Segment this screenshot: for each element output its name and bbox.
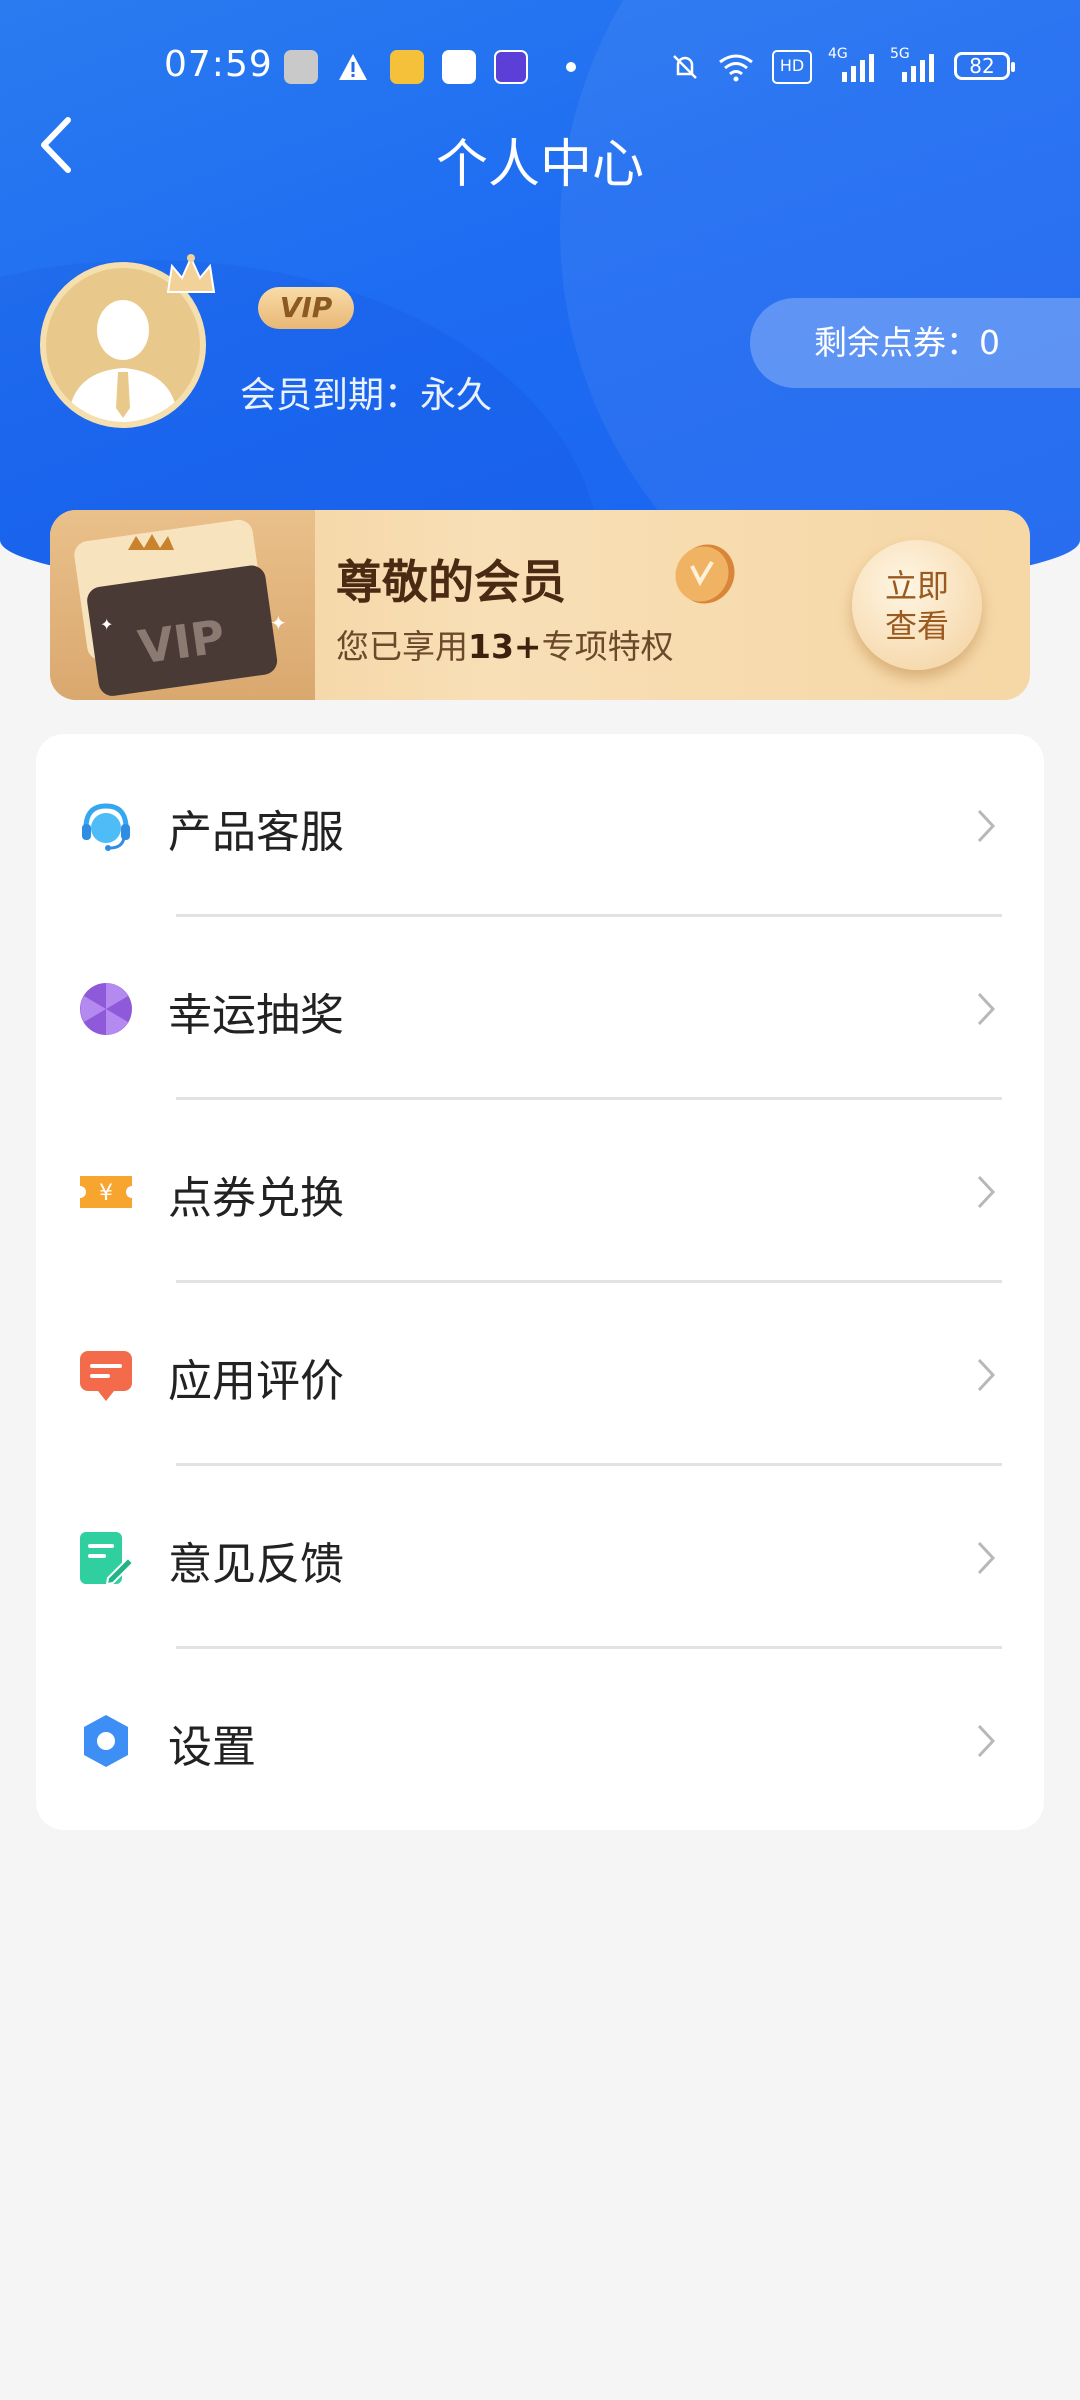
chevron-right-icon [977, 1541, 996, 1575]
vip-badge: VIP [258, 287, 354, 329]
warning-icon [339, 54, 367, 80]
weibo-icon [390, 50, 424, 84]
svg-text:✦: ✦ [270, 611, 287, 635]
hd-icon: HD [772, 50, 812, 84]
remaining-points[interactable]: 剩余点券：0 [750, 298, 1080, 388]
mute-icon [673, 55, 697, 79]
vip-banner-title: 尊敬的会员 [336, 555, 566, 609]
menu-item-lucky-draw[interactable]: 幸运抽奖 [36, 917, 1044, 1100]
chevron-right-icon [977, 992, 996, 1026]
chevron-right-icon [977, 1358, 996, 1392]
comment-icon [80, 1351, 132, 1401]
chevron-right-icon [977, 1175, 996, 1209]
signal-5g-icon [902, 54, 934, 82]
menu-item-customer-service[interactable]: 产品客服 [36, 734, 1044, 917]
vip-banner-subtitle: 您已享用13+专项特权 [336, 627, 674, 666]
menu-item-app-rating[interactable]: 应用评价 [36, 1283, 1044, 1466]
baidu-icon [442, 50, 476, 84]
battery-indicator: 82 [954, 52, 1015, 80]
notification-dot [566, 62, 576, 72]
menu-list: 产品客服 幸运抽奖 ¥ 点券兑换 应用评价 意见反馈 设置 [36, 734, 1044, 1830]
status-bar: 07:59 HD 4G 5G 82 [0, 44, 1080, 94]
membership-expiry: 会员到期：永久 [240, 375, 493, 416]
vip-banner[interactable]: VIP ✦ ✦ 尊敬的会员 您已享用13+专项特权 立即 查看 [50, 510, 1030, 700]
menu-item-label: 设置 [168, 1722, 256, 1773]
headset-icon [82, 803, 130, 851]
lottery-icon [80, 983, 132, 1035]
system-settings-icon [284, 50, 318, 84]
chevron-right-icon [977, 1724, 996, 1758]
page-title: 个人中心 [435, 135, 644, 195]
coin-icon [675, 544, 735, 604]
menu-item-label: 幸运抽奖 [168, 990, 344, 1041]
svg-text:✦: ✦ [100, 615, 113, 634]
view-now-line2: 查看 [884, 607, 949, 645]
menu-item-label: 点券兑换 [168, 1173, 344, 1224]
svg-text:¥: ¥ [99, 1181, 113, 1206]
chevron-right-icon [977, 809, 996, 843]
view-now-line1: 立即 [884, 567, 949, 605]
feedback-icon [80, 1532, 134, 1586]
menu-item-feedback[interactable]: 意见反馈 [36, 1466, 1044, 1649]
gear-icon [84, 1715, 128, 1767]
menu-item-settings[interactable]: 设置 [36, 1649, 1044, 1832]
tieba-icon [494, 50, 528, 84]
menu-item-label: 意见反馈 [168, 1539, 344, 1590]
coupon-icon: ¥ [80, 1176, 132, 1208]
wifi-icon [719, 54, 753, 82]
vip-card-decoration: VIP ✦ ✦ [50, 510, 315, 700]
menu-item-coupon-exchange[interactable]: ¥ 点券兑换 [36, 1100, 1044, 1283]
status-time: 07:59 [164, 44, 273, 85]
view-now-button[interactable]: 立即 查看 [852, 540, 982, 670]
menu-item-label: 产品客服 [168, 807, 344, 858]
signal-4g-icon [842, 54, 874, 82]
menu-item-label: 应用评价 [168, 1356, 344, 1407]
crown-icon [166, 254, 216, 293]
